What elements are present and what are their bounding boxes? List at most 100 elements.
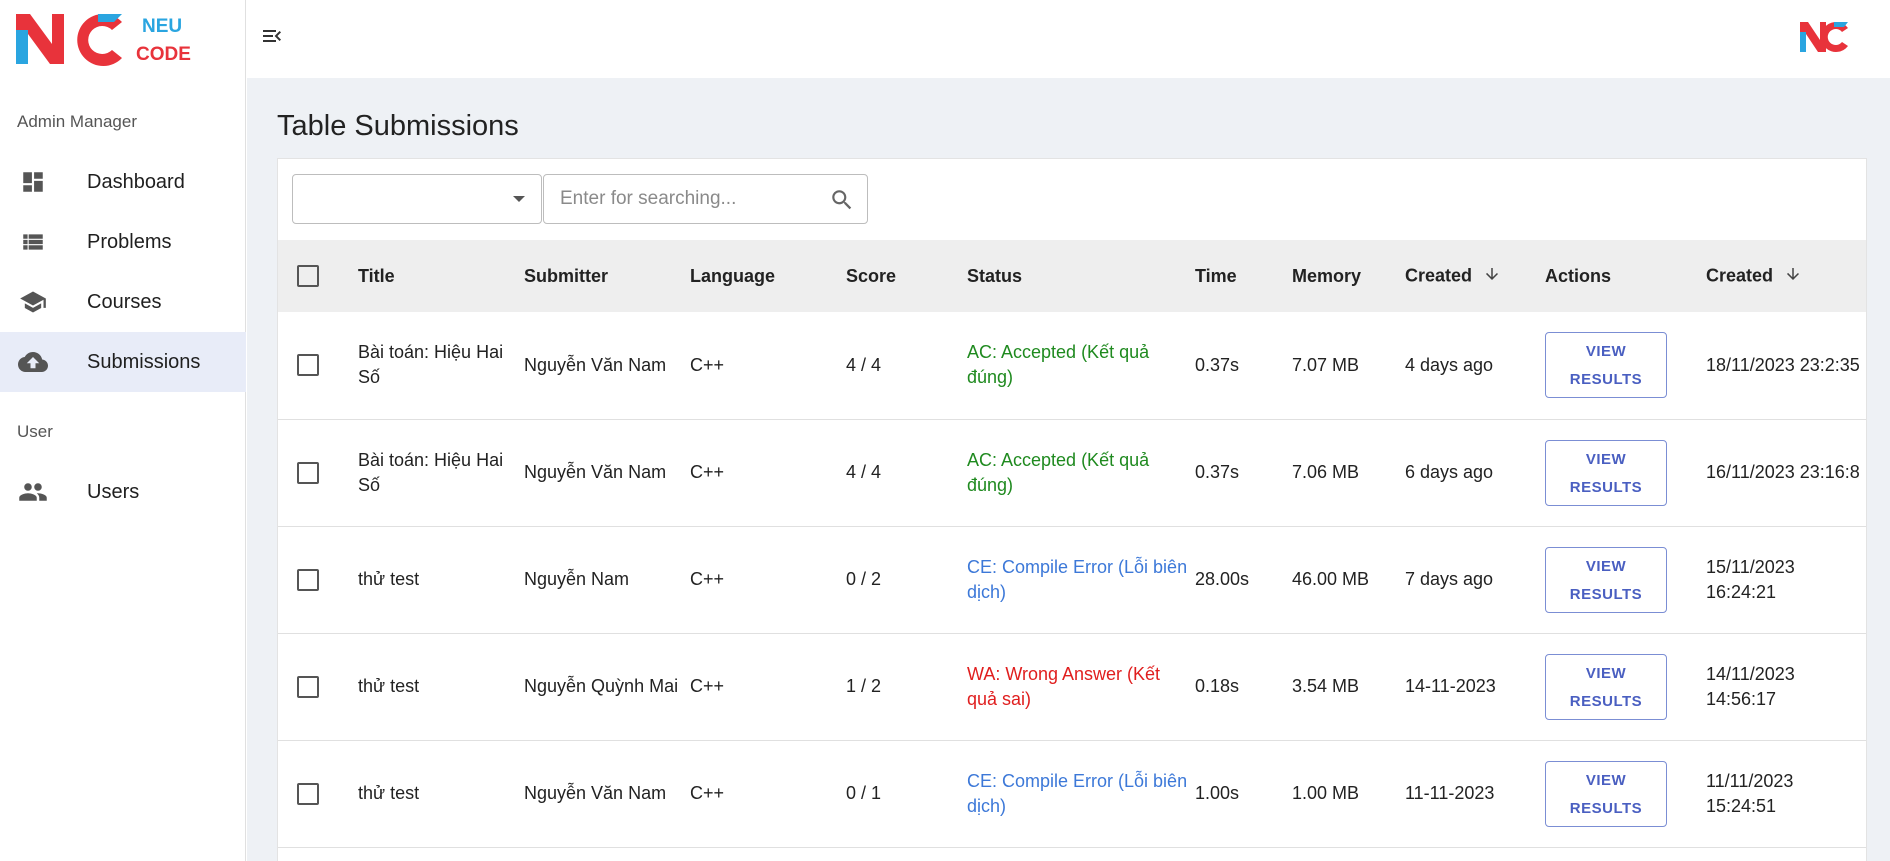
view-results-button[interactable]: VIEW RESULTS [1545, 760, 1667, 827]
section-user: User [17, 422, 53, 441]
sidebar-item-dashboard[interactable]: Dashboard [0, 152, 246, 212]
table-row[interactable]: thử test Nguyễn Nam C++ 0 / 2 CE: Compil… [278, 526, 1866, 633]
row-checkbox[interactable] [297, 568, 319, 591]
table-row[interactable]: Bài toán: Hiệu Hai Số Nguyễn Văn Nam C++… [278, 312, 1866, 419]
sidebar: NEU CODE Admin Manager Dashboard Problem… [0, 0, 246, 861]
sidebar-item-courses[interactable]: Courses [0, 272, 246, 332]
header-created-label: Created [1405, 264, 1473, 285]
search-icon[interactable] [829, 187, 855, 213]
cell-memory: 3.54 MB [1292, 676, 1360, 696]
table-row[interactable]: thử test Nguyễn Văn Nam C++ 0 / 1 CE: Co… [278, 740, 1866, 847]
cell-status: AC: Accepted (Kết quả đúng) [967, 449, 1150, 495]
search-box [543, 174, 868, 224]
cell-created: 14-11-2023 [1405, 676, 1496, 696]
cell-title: Bài toán: Hiệu Hai Số [358, 449, 504, 495]
cell-score: 4 / 4 [846, 462, 882, 482]
view-results-label-2: RESULTS [1569, 799, 1643, 817]
header-language[interactable]: Language [690, 240, 846, 312]
header-submitter[interactable]: Submitter [524, 240, 690, 312]
sidebar-item-label: Problems [87, 230, 172, 253]
submissions-table: Title Submitter Language Score Status Ti… [278, 240, 1866, 848]
cell-submitter: Nguyễn Văn Nam [524, 462, 667, 482]
header-created-at[interactable]: Created [1706, 240, 1866, 312]
row-checkbox[interactable] [297, 354, 319, 377]
header-created-at-label: Created [1706, 264, 1774, 285]
cell-submitter: Nguyễn Quỳnh Mai [524, 676, 679, 696]
dashboard-icon [18, 167, 48, 197]
school-icon [18, 287, 48, 317]
view-results-button[interactable]: VIEW RESULTS [1545, 332, 1667, 399]
filter-select[interactable] [292, 174, 542, 224]
cell-memory: 7.07 MB [1292, 354, 1360, 375]
row-checkbox[interactable] [297, 461, 319, 484]
cell-status: CE: Compile Error (Lỗi biên dịch) [967, 770, 1188, 816]
header-memory[interactable]: Memory [1292, 240, 1405, 312]
header-time[interactable]: Time [1195, 240, 1292, 312]
cell-created-at: 18/11/2023 23:2:35 [1706, 354, 1860, 375]
cell-created-at: 14/11/2023 14:56:17 [1706, 663, 1795, 709]
cell-time: 0.18s [1195, 676, 1240, 696]
submissions-card: Title Submitter Language Score Status Ti… [277, 158, 1867, 861]
cell-title: Bài toán: Hiệu Hai Số [358, 342, 504, 388]
cell-score: 1 / 2 [846, 676, 882, 696]
header-title[interactable]: Title [358, 240, 524, 312]
view-results-button[interactable]: VIEW RESULTS [1545, 653, 1667, 720]
select-all-checkbox[interactable] [297, 265, 319, 287]
people-icon [18, 477, 48, 507]
menu-collapse-button[interactable] [257, 21, 287, 51]
cell-time: 0.37s [1195, 462, 1240, 482]
cell-memory: 7.06 MB [1292, 462, 1360, 482]
table-header-row: Title Submitter Language Score Status Ti… [278, 240, 1866, 312]
cell-created: 4 days ago [1405, 354, 1494, 375]
cell-submitter: Nguyễn Nam [524, 569, 630, 589]
sidebar-item-submissions[interactable]: Submissions [0, 332, 246, 392]
topbar [247, 0, 1890, 78]
view-results-label-2: RESULTS [1569, 585, 1643, 603]
header-score[interactable]: Score [846, 240, 967, 312]
table-row[interactable]: Bài toán: Hiệu Hai Số Nguyễn Văn Nam C++… [278, 419, 1866, 526]
menu-open-icon [263, 30, 281, 42]
cell-created-at: 16/11/2023 23:16:8 [1706, 462, 1860, 482]
list-icon [18, 227, 48, 257]
view-results-label-1: VIEW [1585, 557, 1627, 575]
sidebar-item-problems[interactable]: Problems [0, 212, 246, 272]
cell-score: 0 / 2 [846, 569, 882, 589]
sidebar-item-label: Users [87, 480, 140, 503]
cell-score: 4 / 4 [846, 354, 882, 375]
cell-created: 7 days ago [1405, 569, 1494, 589]
view-results-button[interactable]: VIEW RESULTS [1545, 546, 1667, 613]
cell-status: CE: Compile Error (Lỗi biên dịch) [967, 556, 1188, 602]
sidebar-item-users[interactable]: Users [0, 462, 246, 522]
cell-submitter: Nguyễn Văn Nam [524, 783, 667, 803]
cell-title: thử test [358, 676, 420, 696]
page-title: Table Submissions [277, 110, 519, 142]
chevron-down-icon [513, 196, 525, 202]
main-content: Table Submissions Enter for searching...… [247, 78, 1890, 861]
neucode-logo[interactable]: NEU CODE [14, 8, 204, 70]
cell-language: C++ [690, 354, 725, 375]
cell-language: C++ [690, 569, 725, 589]
arrow-down-icon [1483, 265, 1501, 288]
section-admin-manager: Admin Manager [17, 112, 138, 131]
view-results-label-1: VIEW [1585, 343, 1627, 361]
cell-submitter: Nguyễn Văn Nam [524, 354, 667, 375]
header-actions: Actions [1545, 265, 1612, 286]
table-row[interactable]: thử test Nguyễn Quỳnh Mai C++ 1 / 2 WA: … [278, 633, 1866, 740]
logo-text-top: NEU [142, 16, 182, 37]
view-results-button[interactable]: VIEW RESULTS [1545, 439, 1667, 506]
view-results-label-2: RESULTS [1569, 371, 1643, 389]
header-status[interactable]: Status [967, 240, 1195, 312]
view-results-label-1: VIEW [1585, 664, 1627, 682]
cell-language: C++ [690, 783, 725, 803]
row-checkbox[interactable] [297, 675, 319, 698]
sidebar-item-label: Submissions [87, 350, 201, 373]
cell-time: 28.00s [1195, 569, 1250, 589]
header-created[interactable]: Created [1405, 240, 1545, 312]
cell-language: C++ [690, 462, 725, 482]
search-input[interactable] [544, 175, 804, 223]
cell-time: 0.37s [1195, 354, 1240, 375]
arrow-down-icon [1784, 265, 1802, 288]
row-checkbox[interactable] [297, 782, 319, 805]
sidebar-item-label: Courses [87, 290, 162, 313]
avatar[interactable] [1798, 18, 1850, 56]
